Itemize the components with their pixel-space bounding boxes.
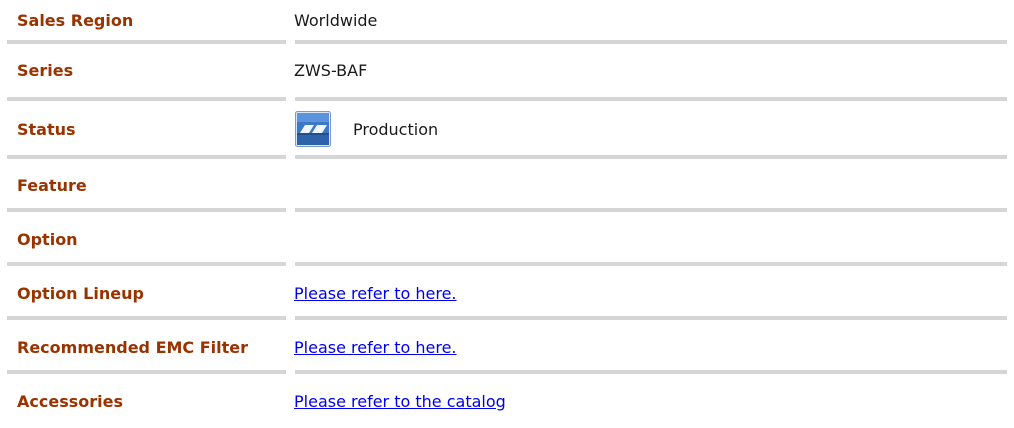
status-value: Production	[295, 111, 438, 147]
spec-row-status: Status Production	[7, 102, 1007, 156]
label-option: Option	[17, 229, 78, 249]
separator	[7, 262, 286, 266]
separator	[295, 316, 1007, 320]
spec-row-option-lineup: Option Lineup Please refer to here.	[7, 268, 1007, 318]
label-feature: Feature	[17, 175, 87, 195]
label-accessories: Accessories	[17, 391, 123, 411]
separator	[7, 40, 286, 44]
separator	[295, 262, 1007, 266]
spec-row-recommended-emc-filter: Recommended EMC Filter Please refer to h…	[7, 322, 1007, 372]
label-recommended-emc-filter: Recommended EMC Filter	[17, 337, 249, 357]
value-series: ZWS-BAF	[294, 60, 368, 80]
accessories-catalog-link[interactable]: Please refer to the catalog	[294, 392, 506, 411]
separator	[7, 97, 286, 101]
production-status-icon	[295, 111, 331, 147]
separator	[295, 208, 1007, 212]
separator	[295, 40, 1007, 44]
label-status: Status	[17, 119, 76, 139]
separator	[7, 316, 286, 320]
emc-filter-link[interactable]: Please refer to here.	[294, 338, 457, 357]
value-sales-region: Worldwide	[294, 10, 378, 30]
separator	[295, 97, 1007, 101]
separator	[7, 155, 286, 159]
spec-row-feature: Feature	[7, 160, 1007, 210]
value-status: Production	[353, 119, 439, 139]
separator	[295, 155, 1007, 159]
label-series: Series	[17, 60, 74, 80]
spec-row-option: Option	[7, 214, 1007, 264]
separator	[295, 370, 1007, 374]
separator	[7, 208, 286, 212]
label-sales-region: Sales Region	[17, 10, 134, 30]
spec-row-series: Series ZWS-BAF	[7, 45, 1007, 95]
spec-row-accessories: Accessories Please refer to the catalog	[7, 376, 1007, 426]
separator	[7, 370, 286, 374]
label-option-lineup: Option Lineup	[17, 283, 144, 303]
spec-row-sales-region: Sales Region Worldwide	[7, 0, 1007, 40]
option-lineup-link[interactable]: Please refer to here.	[294, 284, 457, 303]
